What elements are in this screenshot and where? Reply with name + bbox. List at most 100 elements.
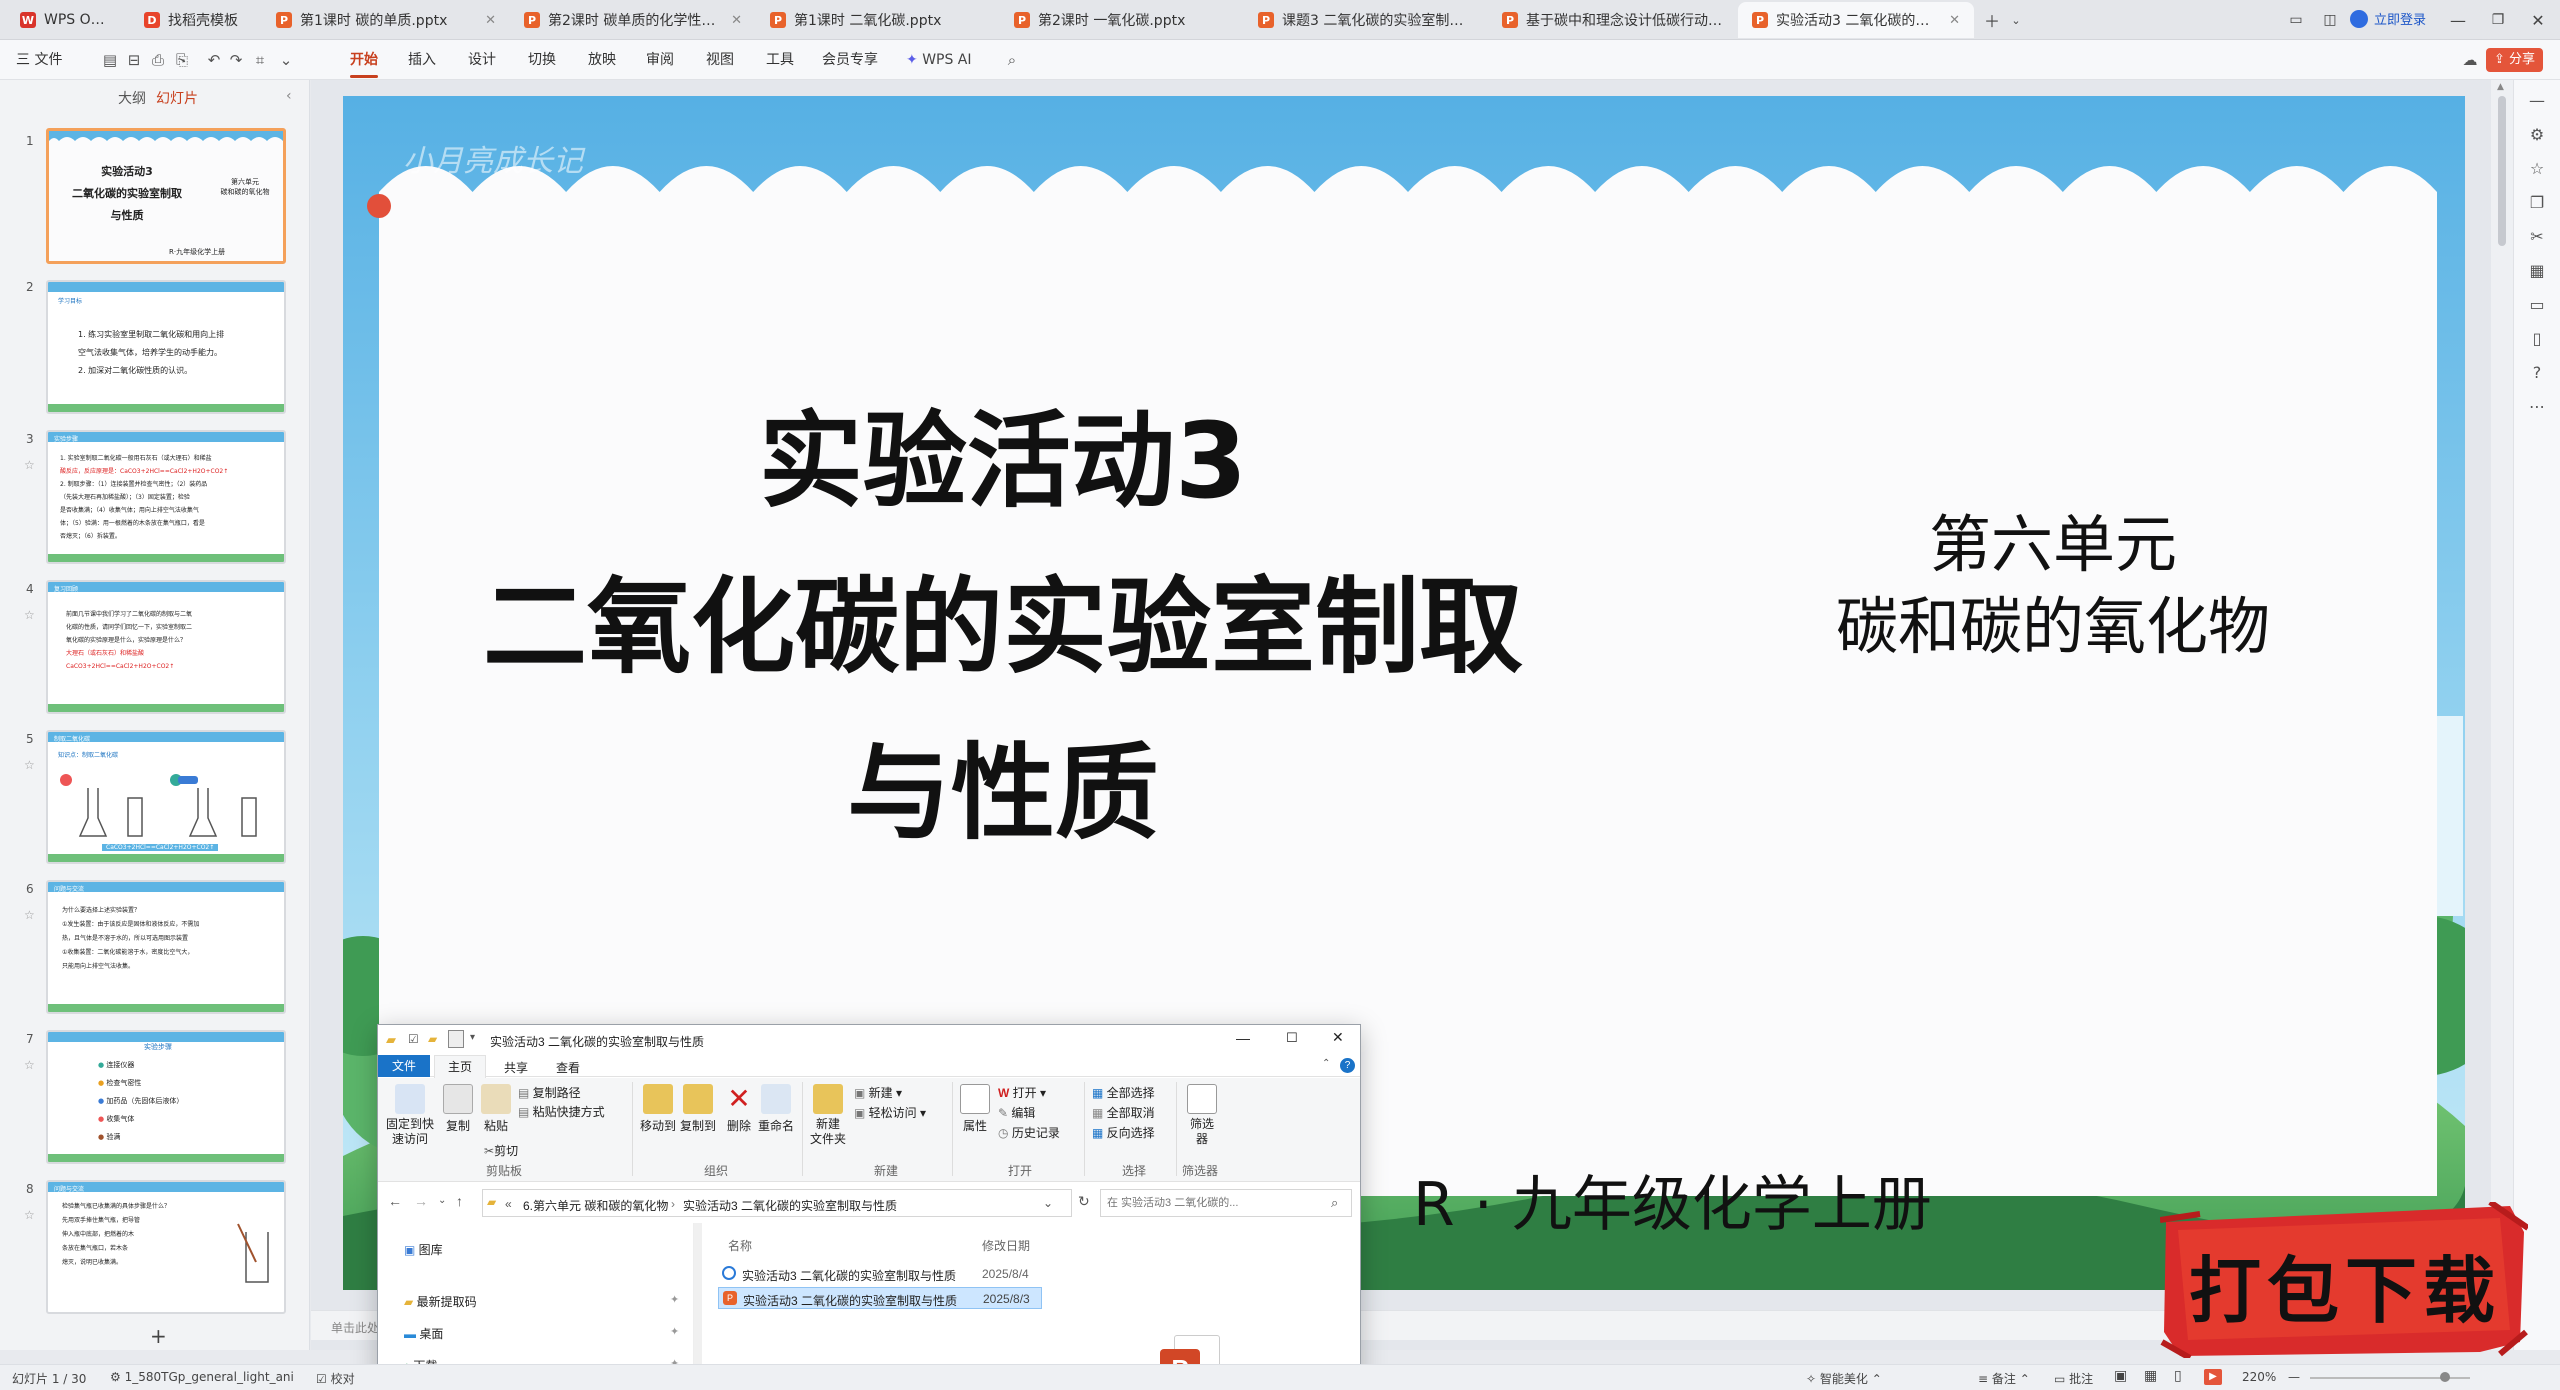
chevron-down-icon[interactable]: ⌄: [1043, 1196, 1053, 1210]
new-item-button[interactable]: ▣ 新建 ▾: [854, 1084, 902, 1101]
slide-thumbnail-6[interactable]: 问题与交流 为什么要选择上述实验装置？ ①发生装置：由于该反应是固体和液体反应，…: [46, 880, 286, 1014]
search-icon[interactable]: ⌕: [1002, 50, 1022, 70]
copy-icon[interactable]: ❐: [2526, 192, 2548, 214]
nav-gallery[interactable]: ▣ 图库: [404, 1241, 443, 1258]
slide-unit-label[interactable]: 第六单元: [1823, 494, 2283, 584]
slide-title-line-1[interactable]: 实验活动3: [623, 376, 1383, 527]
explorer-tab-home[interactable]: 主页: [434, 1055, 486, 1078]
notes-button[interactable]: ≡ 备注 ⌃: [1978, 1370, 2030, 1387]
select-none-button[interactable]: ▦ 全部取消: [1092, 1104, 1155, 1121]
menu-review[interactable]: 审阅: [646, 48, 674, 72]
menu-start[interactable]: 开始: [350, 48, 378, 78]
pin-quick-access-button[interactable]: 固定到快速访问: [382, 1084, 438, 1147]
minimize-icon[interactable]: —: [1236, 1030, 1250, 1046]
up-icon[interactable]: ↑: [456, 1193, 463, 1209]
search-input[interactable]: [1107, 1194, 1317, 1212]
template-icon[interactable]: ▦: [2526, 260, 2548, 282]
star-icon[interactable]: ☆: [2526, 158, 2548, 180]
add-slide-icon[interactable]: +: [150, 1324, 167, 1348]
slide-thumbnail-4[interactable]: 复习回顾 前面几节课中我们学习了二氧化碳的制取与二氧 化碳的性质，请同学们回忆一…: [46, 580, 286, 714]
close-icon[interactable]: ✕: [725, 13, 742, 28]
tab-file-1[interactable]: P 第1课时 碳的单质.pptx ✕: [262, 2, 510, 38]
star-icon[interactable]: ☆: [24, 1058, 35, 1072]
settings-icon[interactable]: ⚙: [2526, 124, 2548, 146]
star-icon[interactable]: ☆: [24, 1208, 35, 1222]
print-icon[interactable]: ⎙: [148, 50, 168, 70]
maximize-icon[interactable]: ☐: [1286, 1030, 1298, 1046]
nav-desktop[interactable]: ▬ 桌面: [404, 1325, 443, 1342]
recent-locations-icon[interactable]: ⌄: [438, 1195, 446, 1206]
copy-path-button[interactable]: ▤ 复制路径: [518, 1084, 581, 1101]
tab-slides[interactable]: 幻灯片: [156, 88, 198, 108]
menu-design[interactable]: 设计: [468, 48, 496, 72]
paste-shortcut-button[interactable]: ▤ 粘贴快捷方式: [518, 1103, 605, 1120]
star-icon[interactable]: ☆: [24, 758, 35, 772]
new-folder-qa-icon[interactable]: ▰: [428, 1032, 437, 1046]
slide-thumbnail-7[interactable]: 实验步骤 ● 连接仪器 ● 检查气密性 ● 加药品（先固体后液体） ● 收集气体…: [46, 1030, 286, 1164]
save-icon[interactable]: ▤: [100, 50, 120, 70]
book-icon[interactable]: ▯: [2526, 328, 2548, 350]
address-bar[interactable]: ▰ « 6.第六单元 碳和碳的氧化物 › 实验活动3 二氧化碳的实验室制取与性质…: [482, 1189, 1072, 1217]
clipboard-icon[interactable]: ◫: [2314, 6, 2346, 34]
tab-docer-templates[interactable]: D 找稻壳模板: [130, 2, 280, 38]
file-explorer-window[interactable]: ▰ ☑ ▰ ▾ 实验活动3 二氧化碳的实验室制取与性质 — ☐ ✕ 文件 主页 …: [377, 1024, 1361, 1390]
close-window-icon[interactable]: ✕: [2522, 6, 2554, 34]
explorer-tab-view[interactable]: 查看: [556, 1059, 580, 1076]
refresh-icon[interactable]: ↻: [1078, 1193, 1090, 1210]
edit-button[interactable]: ✎ 编辑: [998, 1104, 1035, 1121]
slide-thumbnail-2[interactable]: 学习目标 1. 练习实验室里制取二氧化碳和用向上排 空气法收集气体，培养学生的动…: [46, 280, 286, 414]
sorter-view-icon[interactable]: ▦: [2144, 1368, 2157, 1384]
vertical-scrollbar[interactable]: ▲: [2491, 80, 2513, 1350]
slide-thumbnail-1[interactable]: 实验活动3 二氧化碳的实验室制取 与性质 第六单元 碳和碳的氧化物 R·九年级化…: [46, 128, 286, 264]
chevron-up-icon[interactable]: ⌃: [1322, 1058, 1330, 1069]
breadcrumb-item[interactable]: 6.第六单元 碳和碳的氧化物: [523, 1197, 668, 1214]
zoom-level[interactable]: 220%: [2242, 1370, 2276, 1384]
collapse-icon[interactable]: —: [2526, 90, 2548, 112]
help-icon[interactable]: ?: [2526, 362, 2548, 384]
new-folder-button[interactable]: 新建 文件夹: [808, 1084, 848, 1147]
file-menu[interactable]: 三 文件: [16, 48, 62, 72]
tools-icon[interactable]: ✂: [2526, 226, 2548, 248]
breadcrumb-item[interactable]: 实验活动3 二氧化碳的实验室制取与性质: [683, 1197, 897, 1214]
layout-icon[interactable]: ▭: [2526, 294, 2548, 316]
slide-thumbnail-8[interactable]: 问题与交流 检验集气瓶已收集满的具体步骤是什么？ 先用双手捧住集气瓶，把导管 伸…: [46, 1180, 286, 1314]
zoom-out-icon[interactable]: —: [2288, 1370, 2300, 1384]
tab-file-4[interactable]: P 第2课时 一氧化碳.pptx: [1000, 2, 1244, 38]
tab-file-2[interactable]: P 第2课时 碳单质的化学性质.pptx✕: [510, 2, 756, 38]
pin-icon[interactable]: ✦: [670, 1325, 679, 1338]
chevron-down-icon[interactable]: ▾: [470, 1032, 475, 1043]
close-icon[interactable]: ✕: [1943, 13, 1960, 28]
file-row-selected[interactable]: P 实验活动3 二氧化碳的实验室制取与性质 2025/8/3: [718, 1287, 1042, 1309]
forward-icon[interactable]: →: [414, 1193, 428, 1209]
slide-publisher[interactable]: R · 九年级化学上册: [1413, 1156, 2033, 1243]
search-box[interactable]: ⌕: [1100, 1189, 1352, 1217]
tab-file-3[interactable]: P 第1课时 二氧化碳.pptx: [756, 2, 1000, 38]
open-folder-icon[interactable]: ⊟: [124, 50, 144, 70]
tab-file-6[interactable]: P 基于碳中和理念设计低碳行动方案.pp: [1488, 2, 1738, 38]
restore-icon[interactable]: ❐: [2482, 6, 2514, 34]
tab-wps-office[interactable]: W WPS Office: [6, 2, 126, 38]
menu-tools[interactable]: 工具: [766, 48, 794, 72]
properties-button[interactable]: 属性: [960, 1084, 990, 1134]
rename-button[interactable]: 重命名: [758, 1084, 794, 1134]
zoom-slider-thumb[interactable]: [2440, 1372, 2450, 1382]
tab-file-5[interactable]: P 课题3 二氧化碳的实验室制取.pptx: [1244, 2, 1488, 38]
close-window-icon[interactable]: ✕: [1332, 1029, 1344, 1046]
help-icon[interactable]: ?: [1340, 1058, 1355, 1073]
theme-name[interactable]: ⚙ 1_580TGp_general_light_ani: [110, 1370, 294, 1384]
column-header-date[interactable]: 修改日期: [982, 1237, 1030, 1254]
play-icon[interactable]: ▶: [2204, 1369, 2222, 1385]
quick-access-icon[interactable]: [448, 1030, 464, 1048]
column-header-name[interactable]: 名称: [728, 1237, 752, 1254]
tab-outline[interactable]: 大纲: [118, 88, 146, 108]
more-options-icon[interactable]: ⌄: [276, 50, 296, 70]
reading-view-icon[interactable]: ▯: [2174, 1368, 2182, 1384]
explorer-tab-share[interactable]: 共享: [504, 1059, 528, 1076]
history-button[interactable]: ◷ 历史记录: [998, 1124, 1060, 1141]
star-icon[interactable]: ☆: [24, 608, 35, 622]
nav-latest-codes[interactable]: ▰ 最新提取码: [404, 1293, 477, 1310]
scroll-up-icon[interactable]: ▲: [2497, 82, 2504, 92]
explorer-tab-file[interactable]: 文件: [378, 1055, 430, 1077]
cut-button[interactable]: ✂剪切: [484, 1142, 518, 1159]
easy-access-button[interactable]: ▣ 轻松访问 ▾: [854, 1104, 926, 1121]
